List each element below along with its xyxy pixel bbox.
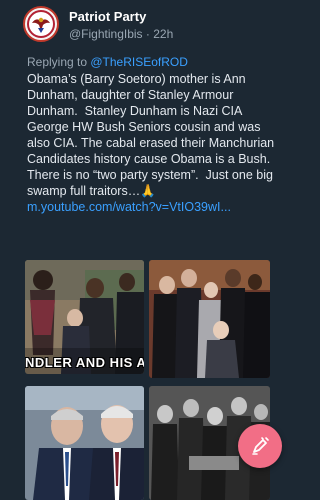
media-grid: NDLER AND HIS A	[25, 260, 270, 500]
post-age: 22h	[153, 27, 174, 41]
media-image-1[interactable]: NDLER AND HIS A	[25, 260, 144, 374]
compose-button[interactable]	[238, 424, 282, 468]
reply-prefix: Replying to	[27, 55, 91, 69]
reply-line: Replying to @TheRISEofROD	[27, 55, 188, 69]
author-handle[interactable]: @FightingIbis	[69, 27, 143, 41]
media-image-2[interactable]	[149, 260, 270, 378]
avatar[interactable]	[23, 6, 59, 42]
compose-feather-icon	[252, 437, 269, 455]
handle-row: @FightingIbis · 22h	[69, 27, 173, 41]
post-body: Obama’s (Barry Soetoro) mother is Ann Du…	[27, 71, 277, 215]
separator-dot: ·	[145, 27, 150, 41]
reply-mention[interactable]: @TheRISEofROD	[90, 55, 188, 69]
youtube-link[interactable]: m.youtube.com/watch?v=VtIO39wI...	[27, 200, 231, 214]
post-header: Patriot Party @FightingIbis · 22h	[23, 6, 273, 44]
post: Patriot Party @FightingIbis · 22h Replyi…	[0, 0, 294, 500]
post-text: Obama’s (Barry Soetoro) mother is Ann Du…	[27, 72, 278, 198]
author-name[interactable]: Patriot Party	[69, 9, 146, 24]
image-caption: NDLER AND HIS A	[25, 355, 144, 370]
eagle-emblem-icon	[27, 10, 55, 38]
media-image-3[interactable]	[25, 386, 144, 500]
